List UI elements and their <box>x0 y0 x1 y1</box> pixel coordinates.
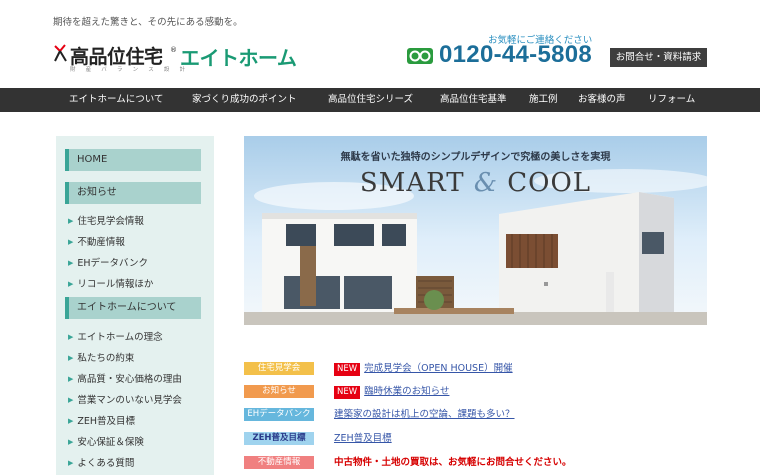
arrow-icon: ▶ <box>68 259 74 267</box>
arrow-icon: ▶ <box>68 396 74 404</box>
arrow-icon: ▶ <box>68 238 74 246</box>
news-item: NEW 完成見学会（OPEN HOUSE）開催 <box>334 362 513 376</box>
logo-brand-name: エイトホーム <box>180 46 297 70</box>
new-badge: NEW <box>334 386 361 399</box>
freedial-icon <box>407 48 433 64</box>
nav-item-standards[interactable]: 高品位住宅基準 <box>440 88 507 112</box>
sidebar-link-quality-price[interactable]: ▶ 高品質・安心価格の理由 <box>68 371 182 385</box>
inquiry-button[interactable]: お問合せ・資料請求 <box>610 48 707 67</box>
sidebar-link-faq[interactable]: ▶ よくある質問 <box>68 455 134 469</box>
sidebar-heading-news[interactable]: お知らせ <box>65 182 201 204</box>
nav-item-house-series[interactable]: 高品位住宅シリーズ <box>328 88 413 112</box>
news-category-label[interactable]: お知らせ <box>244 385 314 398</box>
news-item: NEW 臨時休業のお知らせ <box>334 385 449 399</box>
sidebar-link-promise[interactable]: ▶ 私たちの約束 <box>68 350 134 364</box>
global-nav: エイトホームについて 家づくり成功のポイント 高品位住宅シリーズ 高品位住宅基準… <box>0 88 760 112</box>
sidebar: HOME お知らせ ▶ 住宅見学会情報 ▶ 不動産情報 ▶ EHデータバンク ▶ リコー… <box>56 136 214 475</box>
news-notice-text: 中古物件・土地の買取は、お気軽にお問合せください。 <box>334 457 572 468</box>
news-link[interactable]: ZEH普及目標 <box>334 433 392 444</box>
arrow-icon: ▶ <box>68 459 74 467</box>
arrow-icon: ▶ <box>68 417 74 425</box>
news-link[interactable]: 建築家の設計は机上の空論、課題も多い？ <box>334 409 515 420</box>
nav-item-customer-voice[interactable]: お客様の声 <box>578 88 626 112</box>
news-item: ZEH普及目標 <box>334 432 392 445</box>
news-link[interactable]: 完成見学会（OPEN HOUSE）開催 <box>364 363 512 374</box>
arrow-icon: ▶ <box>68 333 74 341</box>
logo-registered-mark: ® <box>170 46 177 54</box>
nav-item-examples[interactable]: 施工例 <box>529 88 558 112</box>
logo-mark-icon <box>54 44 67 62</box>
sidebar-link-real-estate[interactable]: ▶ 不動産情報 <box>68 234 125 248</box>
sidebar-link-zeh-goal[interactable]: ▶ ZEH普及目標 <box>68 413 135 427</box>
arrow-icon: ▶ <box>68 217 74 225</box>
sidebar-link-recall[interactable]: ▶ リコール情報ほか <box>68 276 153 290</box>
banner-tagline: 無駄を省いた独特のシンプルデザインで究極の美しさを実現 <box>340 152 611 163</box>
arrow-icon: ▶ <box>68 354 74 362</box>
banner-title: SMART & COOL <box>359 168 592 198</box>
arrow-icon: ▶ <box>68 375 74 383</box>
phone-number[interactable]: 0120-44-5808 <box>439 41 592 69</box>
news-category-label[interactable]: 不動産情報 <box>244 456 314 469</box>
sidebar-link-philosophy[interactable]: ▶ エイトホームの理念 <box>68 329 163 343</box>
nav-item-success-points[interactable]: 家づくり成功のポイント <box>192 88 297 112</box>
header-tagline: 期待を超えた驚きと、その先にある感動を。 <box>53 17 243 28</box>
news-category-label[interactable]: EHデータバンク <box>244 408 314 421</box>
nav-item-reform[interactable]: リフォーム <box>648 88 695 112</box>
sidebar-home[interactable]: HOME <box>65 149 201 171</box>
news-item: 建築家の設計は机上の空論、課題も多い？ <box>334 408 515 421</box>
logo-subtitle: 財 産 バ ラ ン ス 設 計 <box>70 67 190 73</box>
news-category-label[interactable]: 住宅見学会 <box>244 362 314 375</box>
hero-banner[interactable]: 無駄を省いた独特のシンプルデザインで究極の美しさを実現 SMART & COOL <box>244 136 707 325</box>
sidebar-link-no-sales-tour[interactable]: ▶ 営業マンのいない見学会 <box>68 392 182 406</box>
nav-item-about[interactable]: エイトホームについて <box>69 88 163 112</box>
arrow-icon: ▶ <box>68 438 74 446</box>
news-item: 中古物件・土地の買取は、お気軽にお問合せください。 <box>334 456 572 469</box>
arrow-icon: ▶ <box>68 280 74 288</box>
news-link[interactable]: 臨時休業のお知らせ <box>364 386 449 397</box>
sidebar-link-eh-databank[interactable]: ▶ EHデータバンク <box>68 255 148 269</box>
sidebar-link-warranty[interactable]: ▶ 安心保証＆保険 <box>68 434 144 448</box>
sidebar-link-open-house[interactable]: ▶ 住宅見学会情報 <box>68 213 144 227</box>
new-badge: NEW <box>334 363 361 376</box>
hero-house-image <box>244 136 707 325</box>
news-category-label[interactable]: ZEH普及目標 <box>244 432 314 445</box>
site-logo[interactable]: 高品位住宅 ® 財 産 バ ラ ン ス 設 計 エイトホーム <box>52 40 302 74</box>
sidebar-heading-about[interactable]: エイトホームについて <box>65 297 201 319</box>
